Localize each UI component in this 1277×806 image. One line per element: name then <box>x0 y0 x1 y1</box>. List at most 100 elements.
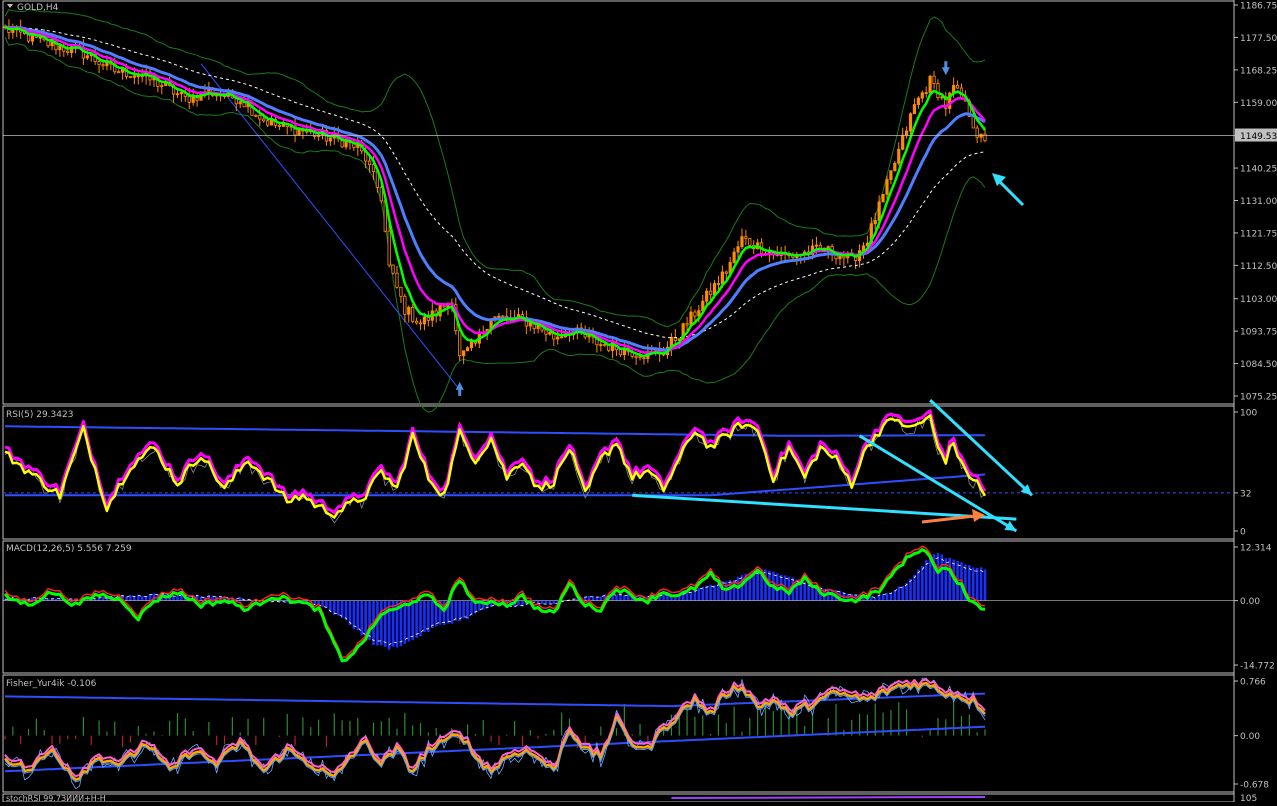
candle-body <box>618 349 623 356</box>
candle-body <box>955 85 960 89</box>
candle-body <box>893 162 897 172</box>
candle-body <box>328 137 332 142</box>
candle-body <box>548 331 552 335</box>
candle-body <box>599 344 603 346</box>
candle-body <box>175 93 180 96</box>
candle-body <box>85 55 89 59</box>
candle-body <box>889 170 893 180</box>
candle-body <box>971 116 975 129</box>
fisher-tick-label-0: 0.766 <box>1240 678 1266 688</box>
candle-body <box>693 311 697 317</box>
candle-body <box>399 286 403 297</box>
macd-tick-label-0: 12.314 <box>1240 544 1272 554</box>
main-tick-label-3: 1159.00 <box>1240 99 1277 109</box>
chart-canvas[interactable]: 1186.75 1177.50 1168.25 1159.00 1149.53 1140.… <box>0 0 1277 804</box>
candle-body <box>744 236 748 239</box>
candle-body <box>920 92 924 99</box>
candle-body <box>544 329 548 335</box>
candle-body <box>136 75 140 78</box>
last-price-label: 1149.53 <box>1240 132 1277 142</box>
candle-body <box>238 101 242 105</box>
candle-body <box>97 61 101 66</box>
candle-body <box>936 83 940 99</box>
candle-body <box>924 92 928 94</box>
candle-body <box>297 128 301 136</box>
stoch-line <box>671 796 986 799</box>
rsi-upper-envelope <box>5 425 985 437</box>
candle-body <box>908 113 913 132</box>
macd-tick-label-2: -14.772 <box>1240 662 1275 672</box>
main-tick-label-9: 1103.00 <box>1240 295 1277 305</box>
rsi-tick-label-2: 0 <box>1240 528 1246 538</box>
main-tick-label-5: 1140.25 <box>1240 165 1277 175</box>
fisher-tick-label-2: -0.678 <box>1240 781 1269 791</box>
rsi-tick-label-0: 100 <box>1240 409 1257 419</box>
candle-body <box>414 320 419 324</box>
candle-body <box>465 347 470 352</box>
candle-body <box>58 45 62 51</box>
candle-body <box>932 75 936 84</box>
candle-body <box>101 64 105 67</box>
candle-body <box>916 97 920 106</box>
candle-body <box>685 323 689 326</box>
main-tick-label-2: 1168.25 <box>1240 66 1277 76</box>
main-tick-label-10: 1093.75 <box>1240 328 1277 338</box>
candle-body <box>344 140 348 148</box>
candle-body <box>391 264 395 274</box>
candle-body <box>407 306 411 315</box>
candle-body <box>266 120 270 126</box>
candle-body <box>367 160 372 165</box>
main-tick-label-7: 1121.75 <box>1240 229 1277 239</box>
main-pane-title: GOLD,H4 <box>17 3 59 13</box>
candle-body <box>724 271 728 274</box>
candle-body <box>395 272 399 288</box>
candle-body <box>117 71 121 74</box>
candle-body <box>160 85 164 87</box>
annotation-arrow-1[interactable] <box>858 434 1018 533</box>
macd-pane-title: MACD(12,26,5) 5.556 7.259 <box>6 544 132 554</box>
candle-body <box>881 193 885 203</box>
candle-body <box>128 76 133 78</box>
candle-body <box>277 124 282 127</box>
candle-body <box>705 290 709 302</box>
candle-body <box>885 179 889 195</box>
chart-dropdown-icon[interactable] <box>7 4 13 8</box>
main-tick-label-1: 1177.50 <box>1240 34 1277 44</box>
channel-line <box>200 63 461 391</box>
candle-body <box>422 316 427 325</box>
fisher-pane-frame <box>2 674 1235 793</box>
candle-body <box>411 306 415 322</box>
candle-body <box>556 336 560 340</box>
fisher-pane-title: Fisher_Yur4ik -0.106 <box>6 679 97 689</box>
candle-body <box>905 130 909 136</box>
candle-body <box>603 344 607 346</box>
candle-body <box>607 345 611 351</box>
candle-body <box>873 220 877 225</box>
candle-body <box>132 75 136 78</box>
annotation-trendline-0[interactable] <box>632 493 1017 521</box>
rsi-lower-envelope <box>5 473 986 497</box>
candle-body <box>740 236 744 248</box>
candle-body <box>689 311 693 326</box>
down-arrow-marker <box>941 61 950 76</box>
rsi-aux-line <box>4 412 986 524</box>
macd-tick-label-1: 0.00 <box>1240 597 1260 607</box>
candle-body <box>814 244 819 247</box>
main-tick-label-12: 1075.25 <box>1240 393 1277 403</box>
candle-body <box>254 114 258 117</box>
candle-body <box>748 238 752 246</box>
candle-body <box>642 357 646 360</box>
annotation-arrow-orange[interactable] <box>921 514 976 524</box>
candle-body <box>818 244 822 249</box>
candle-body <box>720 271 724 284</box>
candle-body <box>258 115 262 120</box>
candle-body <box>634 355 638 358</box>
candle-body <box>736 246 740 253</box>
stoch-pane-frame <box>2 793 1235 803</box>
candle-body <box>187 95 191 103</box>
candle-body <box>912 104 917 115</box>
candle-body <box>638 356 642 359</box>
candle-body <box>709 290 713 296</box>
candle-body <box>928 75 932 93</box>
candle-body <box>387 230 391 266</box>
